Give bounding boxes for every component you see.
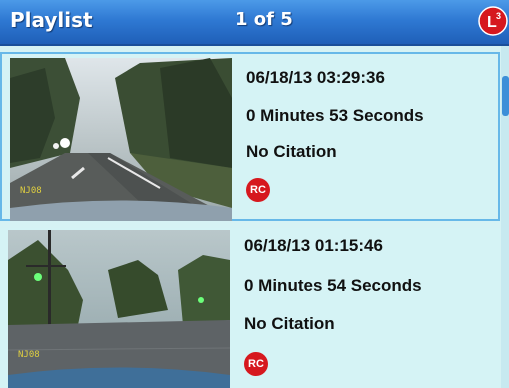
recording-duration: 0 Minutes 54 Seconds [244,276,422,295]
citation-status: No Citation [246,142,337,161]
page-indicator: 1 of 5 [235,9,293,30]
scrollbar-thumb[interactable] [502,76,509,116]
recording-datetime: 06/18/13 01:15:46 [244,236,383,255]
video-thumbnail[interactable]: NJ08 [8,230,230,388]
camera-label: NJ08 [20,186,42,196]
rc-badge: RC [244,352,268,376]
rc-badge: RC [246,178,270,202]
playlist-screen: Playlist 1 of 5 L 3 NJ08 06/18/13 03:29:… [0,0,509,388]
video-thumbnail[interactable]: NJ08 [10,58,232,221]
playlist-list[interactable]: NJ08 06/18/13 03:29:36 0 Minutes 53 Seco… [0,46,509,388]
header-bar: Playlist 1 of 5 L 3 [0,0,509,46]
l3-logo-icon: L 3 [478,6,508,36]
recording-duration: 0 Minutes 53 Seconds [246,106,424,125]
page-title: Playlist [10,8,93,32]
playlist-item[interactable]: NJ08 06/18/13 01:15:46 0 Minutes 54 Seco… [0,228,500,388]
svg-text:3: 3 [496,11,501,21]
citation-status: No Citation [244,314,335,333]
camera-label: NJ08 [18,350,40,360]
recording-datetime: 06/18/13 03:29:36 [246,68,385,87]
playlist-item[interactable]: NJ08 06/18/13 03:29:36 0 Minutes 53 Seco… [0,52,500,221]
